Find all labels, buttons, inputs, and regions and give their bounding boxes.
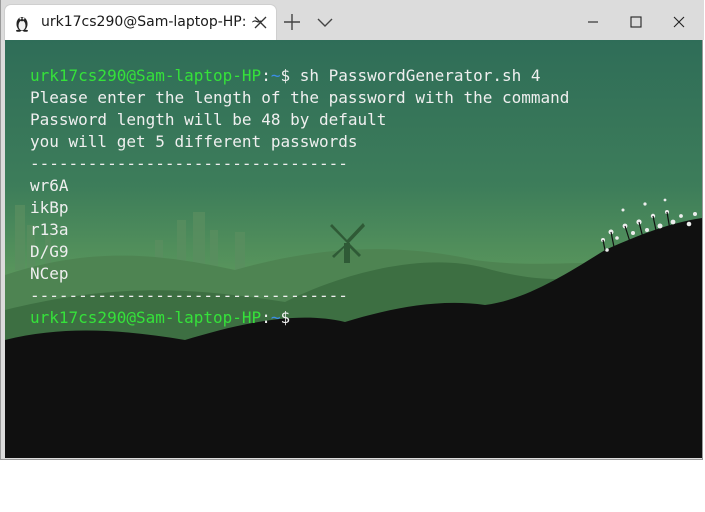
terminal-window: urk17cs290@Sam-laptop-HP: ~ urk17cs290@S… [0,0,704,460]
minimize-icon[interactable] [579,8,607,36]
terminal-area[interactable]: urk17cs290@Sam-laptop-HP:~$ sh PasswordG… [5,40,702,458]
password-line: NCep [30,264,69,283]
prompt-symbol: $ [280,66,291,85]
output-line: Password length will be 48 by default [30,110,387,129]
prompt-line: urk17cs290@Sam-laptop-HP:~$ [30,307,569,329]
output-line: you will get 5 different passwords [30,132,358,151]
plus-icon[interactable] [282,12,302,32]
prompt-separator: : [261,66,271,85]
prompt-separator: : [261,308,271,327]
prompt-user: urk17cs290@Sam-laptop-HP [30,66,262,85]
prompt-user: urk17cs290@Sam-laptop-HP [30,308,262,327]
maximize-icon[interactable] [622,8,650,36]
title-bar: urk17cs290@Sam-laptop-HP: ~ [1,0,704,40]
password-line: ikBp [30,198,69,217]
password-line: D/G9 [30,242,69,261]
terminal-output: urk17cs290@Sam-laptop-HP:~$ sh PasswordG… [30,65,569,329]
chevron-down-icon[interactable] [316,13,334,31]
linux-penguin-icon [16,17,28,32]
prompt-symbol: $ [280,308,291,327]
separator-line: --------------------------------- [30,286,348,305]
password-line: wr6A [30,176,69,195]
close-icon[interactable] [665,8,693,36]
command-text: sh PasswordGenerator.sh 4 [290,66,541,85]
tab-title: urk17cs290@Sam-laptop-HP: ~ [41,14,263,30]
close-icon[interactable] [253,15,268,30]
password-line: r13a [30,220,69,239]
separator-line: --------------------------------- [30,154,348,173]
output-line: Please enter the length of the password … [30,88,570,107]
prompt-line: urk17cs290@Sam-laptop-HP:~$ sh PasswordG… [30,65,569,87]
tab-terminal[interactable]: urk17cs290@Sam-laptop-HP: ~ [5,5,276,40]
